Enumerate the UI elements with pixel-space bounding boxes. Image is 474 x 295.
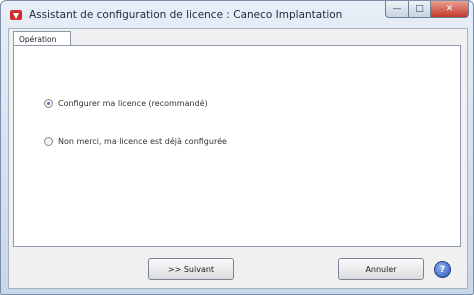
caneco-app-icon	[9, 8, 23, 22]
option-license-already-configured[interactable]: Non merci, ma licence est déjà configuré…	[44, 137, 227, 146]
cancel-button[interactable]: Annuler	[338, 258, 424, 280]
radio-configure-license[interactable]	[44, 99, 53, 108]
window-title: Assistant de configuration de licence : …	[29, 9, 343, 21]
license-wizard-window: Assistant de configuration de licence : …	[0, 0, 474, 295]
next-button[interactable]: >> Suivant	[148, 258, 234, 280]
dialog-client-area: Opération Configurer ma licence (recomma…	[8, 28, 468, 289]
help-icon: ?	[439, 264, 446, 275]
maximize-button[interactable]: □	[409, 1, 431, 18]
minimize-icon: —	[392, 4, 402, 14]
close-button[interactable]: ✕	[431, 1, 469, 18]
option-configure-license-label: Configurer ma licence (recommandé)	[58, 99, 208, 108]
option-configure-license[interactable]: Configurer ma licence (recommandé)	[44, 99, 208, 108]
title-bar[interactable]: Assistant de configuration de licence : …	[1, 1, 473, 29]
help-button[interactable]: ?	[434, 261, 451, 278]
operation-panel: Configurer ma licence (recommandé) Non m…	[13, 45, 461, 247]
minimize-button[interactable]: —	[385, 1, 409, 18]
radio-license-already-configured[interactable]	[44, 137, 53, 146]
option-license-already-configured-label: Non merci, ma licence est déjà configuré…	[58, 137, 227, 146]
maximize-icon: □	[415, 4, 424, 14]
close-icon: ✕	[445, 4, 454, 14]
tab-operation[interactable]: Opération	[13, 31, 71, 46]
